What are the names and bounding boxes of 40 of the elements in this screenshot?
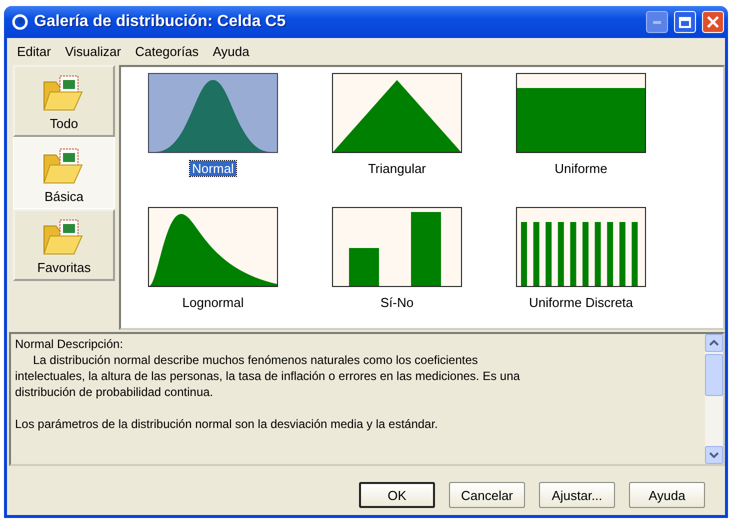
window-title: Galería de distribución: Celda C5 — [34, 13, 287, 31]
close-icon — [707, 16, 719, 28]
scroll-thumb[interactable] — [705, 354, 723, 396]
distribution-label[interactable]: Sí-No — [378, 295, 416, 310]
category-label: Favoritas — [37, 260, 91, 275]
menu-item[interactable]: Categorías — [129, 42, 205, 61]
minimize-icon — [653, 20, 661, 24]
dialog-button[interactable]: Ajustar... — [539, 482, 615, 508]
dialog-button[interactable]: OK — [359, 482, 435, 508]
category-label: Todo — [50, 116, 78, 131]
distribution-label[interactable]: Triangular — [366, 161, 428, 176]
distribution-label[interactable]: Normal — [190, 161, 236, 176]
maximize-button[interactable] — [674, 11, 696, 33]
distribution-thumbnail[interactable] — [516, 207, 646, 287]
scroll-down-button[interactable] — [705, 446, 723, 464]
category-tab[interactable]: Todo — [13, 65, 115, 137]
distribution-thumbnail[interactable] — [332, 207, 462, 287]
description-heading: Normal Descripción: — [15, 336, 124, 352]
distribution-thumbnail[interactable] — [148, 207, 278, 287]
menu-item[interactable]: Ayuda — [206, 42, 256, 61]
distribution-label[interactable]: Lognormal — [180, 295, 246, 310]
distribution-thumbnail[interactable] — [332, 73, 462, 153]
maximize-icon — [679, 16, 691, 28]
distribution-label[interactable]: Uniforme Discreta — [526, 295, 636, 310]
description-text: La distribución normal describe muchos fenómenos naturales como los coeficientes intelectuales, la altura de las personas, la tasa de inflación o errores en las mediciones. Es una distribución de probabilidad continua. — [15, 352, 521, 400]
distribution-label[interactable]: Uniforme — [552, 161, 610, 176]
category-label: Básica — [44, 189, 84, 204]
category-tab[interactable]: Básica — [13, 137, 115, 209]
menu-item[interactable]: Visualizar — [58, 42, 128, 61]
app-icon — [12, 14, 28, 30]
menu-item[interactable]: Editar — [11, 42, 57, 61]
close-button[interactable] — [702, 11, 724, 33]
scroll-up-button[interactable] — [705, 334, 723, 352]
scrollbar[interactable] — [705, 334, 723, 464]
distribution-thumbnail[interactable] — [148, 73, 278, 153]
description-text: Los parámetros de la distribución normal son la desviación media y la estándar. — [15, 416, 439, 432]
category-tab[interactable]: Favoritas — [13, 209, 115, 281]
dialog-button[interactable]: Cancelar — [449, 482, 525, 508]
dialog-button[interactable]: Ayuda — [629, 482, 705, 508]
distribution-thumbnail[interactable] — [516, 73, 646, 153]
